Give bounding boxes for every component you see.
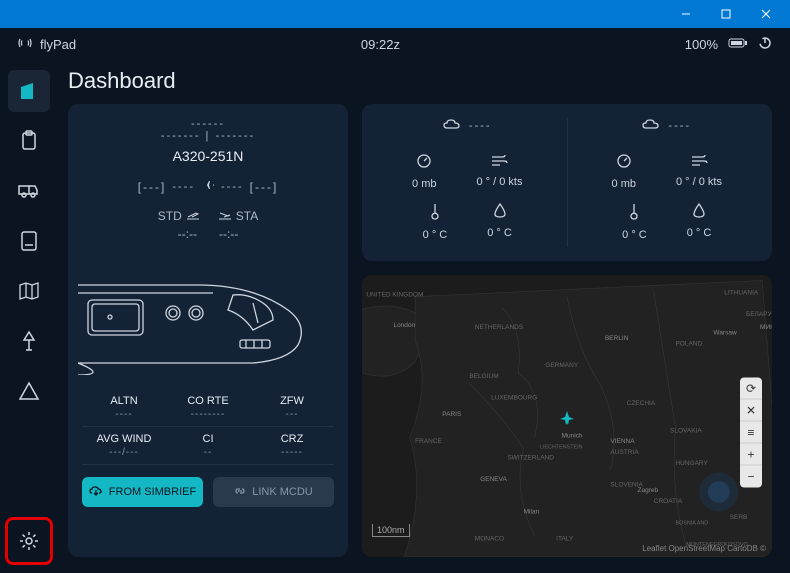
dewpoint-icon	[494, 202, 506, 221]
cloud-download-icon	[89, 485, 103, 500]
cloud-icon	[443, 118, 461, 133]
battery-percent: 100%	[685, 37, 718, 52]
flight-route: ------- | -------	[161, 130, 255, 142]
sidebar-item-failures[interactable]	[8, 370, 50, 412]
sidebar-item-settings[interactable]	[5, 517, 53, 565]
std-time: --:--	[178, 227, 197, 241]
svg-text:ITALY: ITALY	[556, 536, 574, 543]
dewpoint-icon	[693, 202, 705, 221]
page-title: Dashboard	[68, 68, 772, 94]
sidebar-item-dashboard[interactable]	[8, 70, 50, 112]
svg-text:BERLIN: BERLIN	[605, 335, 629, 342]
map-zoom-out-button[interactable]: −	[740, 466, 762, 488]
svg-text:BELGIUM: BELGIUM	[469, 373, 498, 380]
aircraft-type: A320-251N	[173, 148, 244, 164]
dep-icao: [---]	[138, 180, 167, 194]
svg-text:VIENNA: VIENNA	[610, 438, 635, 445]
svg-text:London: London	[393, 322, 415, 329]
svg-text:LUXEMBOURG: LUXEMBOURG	[491, 395, 537, 402]
svg-text:PARIS: PARIS	[442, 411, 462, 418]
sidebar	[0, 60, 58, 573]
svg-text:CZECHIA: CZECHIA	[627, 400, 656, 407]
svg-text:UNITED KINGDOM: UNITED KINGDOM	[366, 292, 423, 299]
svg-text:FRANCE: FRANCE	[415, 438, 442, 445]
gauge-icon	[616, 153, 632, 172]
svg-text:BOSNIA AND: BOSNIA AND	[675, 520, 708, 526]
wind-icon	[690, 153, 708, 170]
link-icon	[234, 485, 246, 500]
svg-text:Warsaw: Warsaw	[713, 330, 737, 337]
svg-text:HUNGARY: HUNGARY	[675, 460, 708, 467]
svg-text:Milan: Milan	[524, 509, 540, 516]
sidebar-item-performance[interactable]	[8, 220, 50, 262]
gauge-icon	[416, 153, 432, 172]
flight-data-table: ALTN---- CO RTE-------- ZFW--- AVG WIND-…	[82, 389, 334, 465]
svg-text:LIECHTENSTEIN: LIECHTENSTEIN	[540, 445, 583, 451]
map-scale: 100nm	[372, 524, 410, 537]
svg-text:SERB: SERB	[730, 514, 748, 521]
arrival-icon	[218, 211, 232, 221]
minimize-button[interactable]	[666, 0, 706, 28]
sidebar-item-dispatch[interactable]	[8, 120, 50, 162]
power-icon[interactable]	[758, 36, 772, 53]
thermometer-icon	[629, 202, 639, 223]
svg-text:MONACO: MONACO	[475, 536, 504, 543]
app-topbar: flyPad 09:22z 100%	[0, 28, 790, 60]
sidebar-item-navigation[interactable]	[8, 270, 50, 312]
svg-text:SWITZERLAND: SWITZERLAND	[507, 454, 554, 461]
map-zoom-in-button[interactable]: +	[740, 444, 762, 466]
from-simbrief-button[interactable]: FROM SIMBRIEF	[82, 477, 203, 507]
sidebar-item-atc[interactable]	[8, 320, 50, 362]
svg-text:Zagreb: Zagreb	[638, 487, 659, 494]
flight-number: ------	[191, 118, 225, 130]
sta-time: --:--	[219, 227, 238, 241]
cloud-icon	[642, 118, 660, 133]
close-button[interactable]	[746, 0, 786, 28]
broadcast-icon	[18, 37, 32, 52]
clock: 09:22z	[361, 37, 400, 52]
svg-text:GENEVA: GENEVA	[480, 476, 507, 483]
weather-arrival: ---- 0 mb 0 ° / 0 kts 0 ° C 0 ° C	[572, 118, 763, 247]
maximize-button[interactable]	[706, 0, 746, 28]
app-name: flyPad	[40, 37, 76, 52]
svg-text:Munich: Munich	[562, 433, 583, 440]
link-mcdu-button[interactable]: LINK MCDU	[213, 477, 334, 507]
departure-icon	[186, 211, 200, 221]
map-card[interactable]: UNITED KINGDOM London NETHERLANDS BELGIU…	[362, 275, 772, 557]
svg-text:AUSTRIA: AUSTRIA	[610, 449, 639, 456]
wind-icon	[490, 153, 508, 170]
map-close-button[interactable]: ✕	[740, 400, 762, 422]
battery-icon	[728, 37, 748, 52]
svg-text:БЕЛАРУСЬ: БЕЛАРУСЬ	[746, 311, 772, 318]
map-refresh-button[interactable]: ⟳	[740, 378, 762, 400]
svg-text:LITHUANIA: LITHUANIA	[724, 290, 759, 297]
airplane-icon	[201, 178, 215, 195]
svg-text:POLAND: POLAND	[675, 341, 702, 348]
svg-text:МИНСК: МИНСК	[760, 324, 772, 331]
sidebar-item-ground[interactable]	[8, 170, 50, 212]
weather-departure: ---- 0 mb 0 ° / 0 kts 0 ° C 0 ° C	[372, 118, 563, 247]
svg-text:CROATIA: CROATIA	[654, 498, 683, 505]
svg-text:GERMANY: GERMANY	[545, 362, 579, 369]
svg-text:NETHERLANDS: NETHERLANDS	[475, 324, 524, 331]
window-titlebar	[0, 0, 790, 28]
aircraft-marker	[559, 410, 575, 431]
arr-icao: [---]	[250, 180, 279, 194]
svg-text:SLOVAKIA: SLOVAKIA	[670, 427, 702, 434]
aircraft-diagram	[78, 255, 338, 375]
map-layers-button[interactable]: ≡	[740, 422, 762, 444]
weather-card: ---- 0 mb 0 ° / 0 kts 0 ° C 0 ° C ----	[362, 104, 772, 261]
thermometer-icon	[430, 202, 440, 223]
flight-card: ------ ------- | ------- A320-251N [---]…	[68, 104, 348, 557]
map-controls: ⟳ ✕ ≡ + −	[740, 378, 762, 488]
map-attribution: Leaflet OpenStreetMap CartoDB ©	[642, 544, 766, 553]
